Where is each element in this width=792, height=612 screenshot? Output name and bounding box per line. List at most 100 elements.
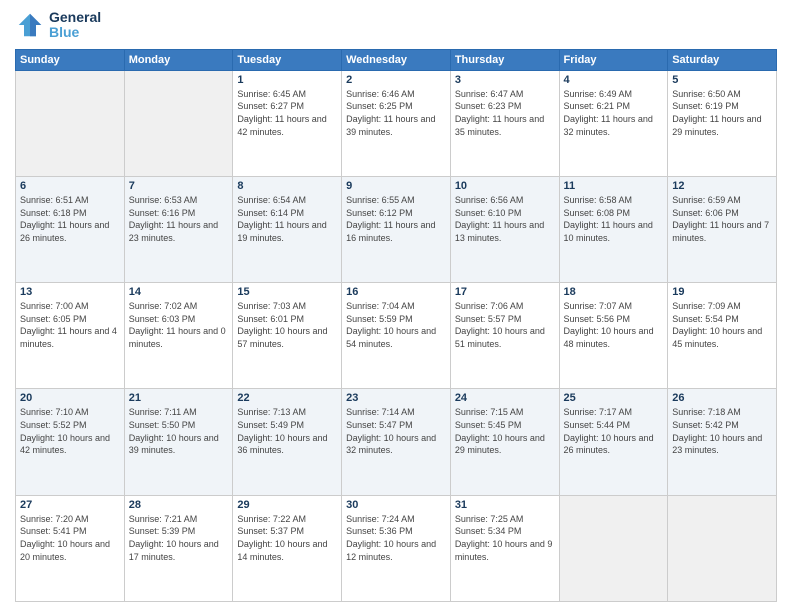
- day-number: 23: [346, 392, 446, 404]
- day-info: Sunrise: 6:56 AM Sunset: 6:10 PM Dayligh…: [455, 194, 555, 244]
- day-number: 13: [20, 286, 120, 298]
- table-cell: 13 Sunrise: 7:00 AM Sunset: 6:05 PM Dayli…: [16, 283, 125, 389]
- day-info: Sunrise: 7:13 AM Sunset: 5:49 PM Dayligh…: [237, 406, 337, 456]
- header: General Blue: [15, 10, 777, 41]
- col-friday: Friday: [559, 49, 668, 70]
- table-cell: 26 Sunrise: 7:18 AM Sunset: 5:42 PM Dayli…: [668, 389, 777, 495]
- day-number: 21: [129, 392, 229, 404]
- table-cell: 30Sunrise: 7:24 AM Sunset: 5:36 PM Dayli…: [342, 495, 451, 601]
- table-cell: [16, 70, 125, 176]
- table-cell: [124, 70, 233, 176]
- day-info: Sunrise: 6:47 AM Sunset: 6:23 PM Dayligh…: [455, 88, 555, 138]
- table-cell: 25 Sunrise: 7:17 AM Sunset: 5:44 PM Dayli…: [559, 389, 668, 495]
- day-number: 17: [455, 286, 555, 298]
- day-info: Sunrise: 6:50 AM Sunset: 6:19 PM Dayligh…: [672, 88, 772, 138]
- table-cell: 18 Sunrise: 7:07 AM Sunset: 5:56 PM Dayli…: [559, 283, 668, 389]
- table-cell: 4 Sunrise: 6:49 AM Sunset: 6:21 PM Daylig…: [559, 70, 668, 176]
- calendar-week-row: 13 Sunrise: 7:00 AM Sunset: 6:05 PM Dayli…: [16, 283, 777, 389]
- day-info: Sunrise: 7:15 AM Sunset: 5:45 PM Dayligh…: [455, 406, 555, 456]
- day-info: Sunrise: 6:46 AM Sunset: 6:25 PM Dayligh…: [346, 88, 446, 138]
- day-info: Sunrise: 6:51 AM Sunset: 6:18 PM Dayligh…: [20, 194, 120, 244]
- day-number: 8: [237, 180, 337, 192]
- day-info: Sunrise: 6:45 AM Sunset: 6:27 PM Dayligh…: [237, 88, 337, 138]
- table-cell: 11 Sunrise: 6:58 AM Sunset: 6:08 PM Dayli…: [559, 177, 668, 283]
- table-cell: 2Sunrise: 6:46 AM Sunset: 6:25 PM Daylig…: [342, 70, 451, 176]
- day-info: Sunrise: 7:14 AM Sunset: 5:47 PM Dayligh…: [346, 406, 446, 456]
- table-cell: 16 Sunrise: 7:04 AM Sunset: 5:59 PM Dayli…: [342, 283, 451, 389]
- day-number: 9: [346, 180, 446, 192]
- day-number: 3: [455, 74, 555, 86]
- day-info: Sunrise: 6:49 AM Sunset: 6:21 PM Dayligh…: [564, 88, 664, 138]
- day-number: 6: [20, 180, 120, 192]
- calendar-week-row: 6 Sunrise: 6:51 AM Sunset: 6:18 PM Daylig…: [16, 177, 777, 283]
- logo: General Blue: [15, 10, 101, 41]
- day-info: Sunrise: 6:54 AM Sunset: 6:14 PM Dayligh…: [237, 194, 337, 244]
- day-number: 26: [672, 392, 772, 404]
- day-number: 11: [564, 180, 664, 192]
- table-cell: [668, 495, 777, 601]
- table-cell: 22 Sunrise: 7:13 AM Sunset: 5:49 PM Dayli…: [233, 389, 342, 495]
- table-cell: 8 Sunrise: 6:54 AM Sunset: 6:14 PM Daylig…: [233, 177, 342, 283]
- table-cell: 28Sunrise: 7:21 AM Sunset: 5:39 PM Dayli…: [124, 495, 233, 601]
- day-info: Sunrise: 7:06 AM Sunset: 5:57 PM Dayligh…: [455, 300, 555, 350]
- day-info: Sunrise: 7:00 AM Sunset: 6:05 PM Dayligh…: [20, 300, 120, 350]
- day-info: Sunrise: 7:18 AM Sunset: 5:42 PM Dayligh…: [672, 406, 772, 456]
- table-cell: 15Sunrise: 7:03 AM Sunset: 6:01 PM Dayli…: [233, 283, 342, 389]
- day-info: Sunrise: 7:07 AM Sunset: 5:56 PM Dayligh…: [564, 300, 664, 350]
- table-cell: 12Sunrise: 6:59 AM Sunset: 6:06 PM Dayli…: [668, 177, 777, 283]
- table-cell: 27Sunrise: 7:20 AM Sunset: 5:41 PM Dayli…: [16, 495, 125, 601]
- day-number: 14: [129, 286, 229, 298]
- day-info: Sunrise: 7:09 AM Sunset: 5:54 PM Dayligh…: [672, 300, 772, 350]
- table-cell: 3 Sunrise: 6:47 AM Sunset: 6:23 PM Daylig…: [450, 70, 559, 176]
- table-cell: 9 Sunrise: 6:55 AM Sunset: 6:12 PM Daylig…: [342, 177, 451, 283]
- table-cell: 31Sunrise: 7:25 AM Sunset: 5:34 PM Dayli…: [450, 495, 559, 601]
- day-info: Sunrise: 7:04 AM Sunset: 5:59 PM Dayligh…: [346, 300, 446, 350]
- day-number: 19: [672, 286, 772, 298]
- day-number: 24: [455, 392, 555, 404]
- page: General Blue Sunday Monday Tuesday Wedne…: [0, 0, 792, 612]
- day-info: Sunrise: 7:25 AM Sunset: 5:34 PM Dayligh…: [455, 513, 555, 563]
- day-number: 22: [237, 392, 337, 404]
- day-number: 10: [455, 180, 555, 192]
- day-info: Sunrise: 7:11 AM Sunset: 5:50 PM Dayligh…: [129, 406, 229, 456]
- day-number: 16: [346, 286, 446, 298]
- table-cell: 19 Sunrise: 7:09 AM Sunset: 5:54 PM Dayli…: [668, 283, 777, 389]
- calendar-week-row: 1Sunrise: 6:45 AM Sunset: 6:27 PM Daylig…: [16, 70, 777, 176]
- day-info: Sunrise: 7:20 AM Sunset: 5:41 PM Dayligh…: [20, 513, 120, 563]
- day-info: Sunrise: 7:02 AM Sunset: 6:03 PM Dayligh…: [129, 300, 229, 350]
- table-cell: [559, 495, 668, 601]
- table-cell: 20 Sunrise: 7:10 AM Sunset: 5:52 PM Dayli…: [16, 389, 125, 495]
- day-number: 25: [564, 392, 664, 404]
- day-info: Sunrise: 6:59 AM Sunset: 6:06 PM Dayligh…: [672, 194, 772, 244]
- calendar-week-row: 20 Sunrise: 7:10 AM Sunset: 5:52 PM Dayli…: [16, 389, 777, 495]
- table-cell: 24 Sunrise: 7:15 AM Sunset: 5:45 PM Dayli…: [450, 389, 559, 495]
- day-number: 28: [129, 499, 229, 511]
- day-number: 18: [564, 286, 664, 298]
- day-info: Sunrise: 6:53 AM Sunset: 6:16 PM Dayligh…: [129, 194, 229, 244]
- day-number: 4: [564, 74, 664, 86]
- day-number: 7: [129, 180, 229, 192]
- table-cell: 17 Sunrise: 7:06 AM Sunset: 5:57 PM Dayli…: [450, 283, 559, 389]
- table-cell: 14 Sunrise: 7:02 AM Sunset: 6:03 PM Dayli…: [124, 283, 233, 389]
- day-info: Sunrise: 6:55 AM Sunset: 6:12 PM Dayligh…: [346, 194, 446, 244]
- col-wednesday: Wednesday: [342, 49, 451, 70]
- day-info: Sunrise: 6:58 AM Sunset: 6:08 PM Dayligh…: [564, 194, 664, 244]
- day-info: Sunrise: 7:17 AM Sunset: 5:44 PM Dayligh…: [564, 406, 664, 456]
- day-number: 20: [20, 392, 120, 404]
- table-cell: 29Sunrise: 7:22 AM Sunset: 5:37 PM Dayli…: [233, 495, 342, 601]
- table-cell: 21 Sunrise: 7:11 AM Sunset: 5:50 PM Dayli…: [124, 389, 233, 495]
- col-monday: Monday: [124, 49, 233, 70]
- calendar-week-row: 27Sunrise: 7:20 AM Sunset: 5:41 PM Dayli…: [16, 495, 777, 601]
- table-cell: 10 Sunrise: 6:56 AM Sunset: 6:10 PM Dayli…: [450, 177, 559, 283]
- day-number: 15: [237, 286, 337, 298]
- logo-icon: [15, 10, 45, 40]
- day-info: Sunrise: 7:24 AM Sunset: 5:36 PM Dayligh…: [346, 513, 446, 563]
- day-number: 5: [672, 74, 772, 86]
- day-info: Sunrise: 7:10 AM Sunset: 5:52 PM Dayligh…: [20, 406, 120, 456]
- table-cell: 5 Sunrise: 6:50 AM Sunset: 6:19 PM Daylig…: [668, 70, 777, 176]
- col-thursday: Thursday: [450, 49, 559, 70]
- col-saturday: Saturday: [668, 49, 777, 70]
- table-cell: 23 Sunrise: 7:14 AM Sunset: 5:47 PM Dayli…: [342, 389, 451, 495]
- col-sunday: Sunday: [16, 49, 125, 70]
- calendar-table: Sunday Monday Tuesday Wednesday Thursday…: [15, 49, 777, 602]
